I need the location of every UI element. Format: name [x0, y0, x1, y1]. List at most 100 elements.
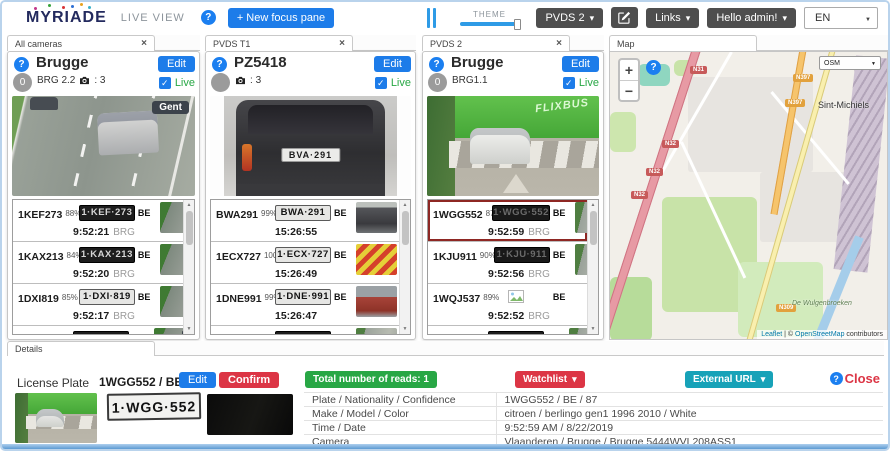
camera-pane-all-cameras: All cameras Brugge 0 BRG 2.2 3 Edit Live [7, 35, 200, 340]
total-reads-button[interactable]: Total number of reads: 1 [305, 371, 437, 388]
context-thumbnail [356, 202, 397, 233]
plate-read-row[interactable]: 1WQJ537 89% BE 9:52:52 BRG [428, 284, 587, 326]
scrollbar-thumb[interactable] [589, 211, 597, 245]
external-url-dropdown[interactable]: External URL [685, 371, 774, 388]
close-icon[interactable] [556, 38, 562, 49]
plate-read-row[interactable]: 1DNE991 99% 1·DNE·991 BE 15:26:47 [211, 284, 399, 326]
checkbox-checked-icon[interactable] [374, 77, 387, 89]
zoom-out-button[interactable]: − [620, 80, 638, 100]
camera-card: Brugge 0 BRG 2.2 3 Edit Live Gent [7, 51, 200, 340]
watchlist-dropdown[interactable]: Watchlist [515, 371, 585, 388]
close-details-button[interactable]: Close [829, 371, 880, 386]
language-select[interactable]: EN [804, 6, 878, 29]
checkbox-checked-icon[interactable] [158, 77, 171, 89]
plate-number: 1DNE991 [216, 293, 262, 305]
scroll-up-icon[interactable] [187, 200, 192, 210]
zoom-in-button[interactable]: + [620, 60, 638, 80]
openstreetmap-link[interactable]: OpenStreetMap [795, 331, 844, 338]
checkbox-checked-icon[interactable] [562, 77, 575, 89]
close-icon[interactable] [339, 38, 345, 49]
scroll-down-icon[interactable] [591, 324, 596, 334]
close-icon[interactable] [141, 38, 147, 49]
scroll-up-icon[interactable] [403, 200, 408, 210]
edit-button[interactable]: Edit [562, 56, 599, 72]
camera-card-header: Brugge 0 BRG1.1 Edit Live [427, 54, 599, 93]
help-icon[interactable] [646, 60, 661, 75]
edit-plate-button[interactable]: Edit [179, 372, 216, 388]
plate-read-row[interactable]: 1DXI819 85% 1·DXI·819 BE 9:52:17 BRG [13, 284, 194, 326]
plate-read-row[interactable]: 1TEN50787% [13, 326, 194, 334]
count-badge: 0 [13, 73, 32, 92]
leaflet-link[interactable]: Leaflet [761, 331, 782, 338]
plate-crop-image: 1·KAX·213 [78, 246, 135, 263]
plate-read-row[interactable]: BWA291 99% BWA·291 BE 15:26:55 [211, 200, 399, 242]
header-right-group: THEME PVDS 2 Links Hello admin! EN [427, 6, 878, 30]
context-thumbnail [356, 328, 397, 334]
splitter-handle-icon[interactable] [427, 7, 437, 28]
plate-read-row-selected[interactable]: 1WGG55287% 1·WGG·552 BE 9:52:59BRG [428, 200, 598, 242]
plate-read-row[interactable]: 1KJU911 90% 1·KJU·911 BE 9:52:56 BRG [428, 242, 598, 284]
help-icon[interactable] [14, 57, 29, 72]
scroll-up-icon[interactable] [591, 200, 596, 210]
new-focus-pane-button[interactable]: + New focus pane [227, 7, 335, 28]
user-dropdown[interactable]: Hello admin! [707, 7, 796, 28]
edit-layout-button[interactable] [611, 7, 639, 28]
count-badge: 0 [428, 73, 447, 92]
scroll-down-icon[interactable] [187, 324, 192, 334]
camera-id: BRG1.1 [452, 75, 488, 86]
plate-read-row[interactable]: 1KAX213 84% 1·KAX·213 BE 9:52:20 BRG [13, 242, 194, 284]
plate-number: 1ECX727 [216, 251, 261, 263]
plate-read-row[interactable]: 1TSJ73191% [211, 326, 399, 334]
map-layer-select[interactable]: OSM [819, 56, 881, 70]
list-scrollbar[interactable] [587, 200, 598, 334]
live-toggle[interactable]: Live [158, 77, 195, 89]
map-canvas[interactable]: N31 N397 N397 N32 N32 N32 N309 Sint-Mich… [609, 51, 888, 340]
theme-control: THEME [460, 10, 522, 30]
camera-card-header: Brugge 0 BRG 2.2 3 Edit Live [12, 54, 195, 93]
infrared-image [207, 394, 293, 435]
plate-crop-image [275, 330, 331, 334]
tab-pvds-t1[interactable]: PVDS T1 [205, 35, 353, 51]
confirm-button[interactable]: Confirm [219, 372, 280, 388]
plate-read-row[interactable]: 1KEF273 88% 1·KEF·273 BE 9:52:21 BRG [13, 200, 194, 242]
camera-card: Brugge 0 BRG1.1 Edit Live FLIXBUS 1WGG55… [422, 51, 604, 340]
links-dropdown[interactable]: Links [646, 7, 700, 28]
edit-button[interactable]: Edit [374, 56, 411, 72]
pencil-square-icon [618, 11, 631, 24]
scroll-down-icon[interactable] [403, 324, 408, 334]
scrollbar-thumb[interactable] [185, 211, 193, 245]
help-icon[interactable] [429, 57, 444, 72]
read-time: 9:52:21 [73, 226, 110, 238]
tab-pvds-2[interactable]: PVDS 2 [422, 35, 570, 51]
tab-map[interactable]: Map [609, 35, 757, 51]
help-icon[interactable] [200, 10, 216, 25]
country-code: BE [334, 207, 347, 218]
tab-details[interactable]: Details [7, 341, 155, 356]
bottom-accent-bar [2, 444, 888, 449]
edit-button[interactable]: Edit [158, 56, 195, 72]
help-icon[interactable] [212, 57, 227, 72]
list-scrollbar[interactable] [183, 200, 194, 334]
read-location: BRG [528, 269, 550, 280]
pvds-dropdown[interactable]: PVDS 2 [536, 7, 604, 28]
live-toggle[interactable]: Live [374, 77, 411, 89]
plate-read-row[interactable]: 1ECX727100% 1·ECX·727 BE 15:26:49 [211, 242, 399, 284]
count-badge [211, 73, 230, 92]
gent-sign-overlay: Gent [152, 101, 189, 114]
country-code: BE [137, 249, 151, 260]
camera-icon [235, 76, 246, 85]
plate-number: 1KJU911 [433, 251, 477, 263]
country-code: BE [137, 291, 151, 302]
live-toggle[interactable]: Live [562, 77, 599, 89]
map-pane: Map N31 N397 N397 N32 N32 N32 N309 Sint-… [609, 35, 888, 340]
plate-crop-large-image: 1·WGG·552 [106, 392, 202, 421]
tab-all-cameras[interactable]: All cameras [7, 35, 155, 51]
plate-read-row[interactable]: 1KLU09080% [428, 326, 598, 334]
list-scrollbar[interactable] [399, 200, 410, 334]
scrollbar-thumb[interactable] [401, 211, 409, 245]
caret-down-icon [871, 60, 876, 67]
theme-slider-handle[interactable] [514, 18, 522, 30]
read-location: BRG [113, 311, 135, 322]
camera-count: 3 [250, 75, 262, 86]
theme-slider[interactable] [460, 18, 522, 30]
